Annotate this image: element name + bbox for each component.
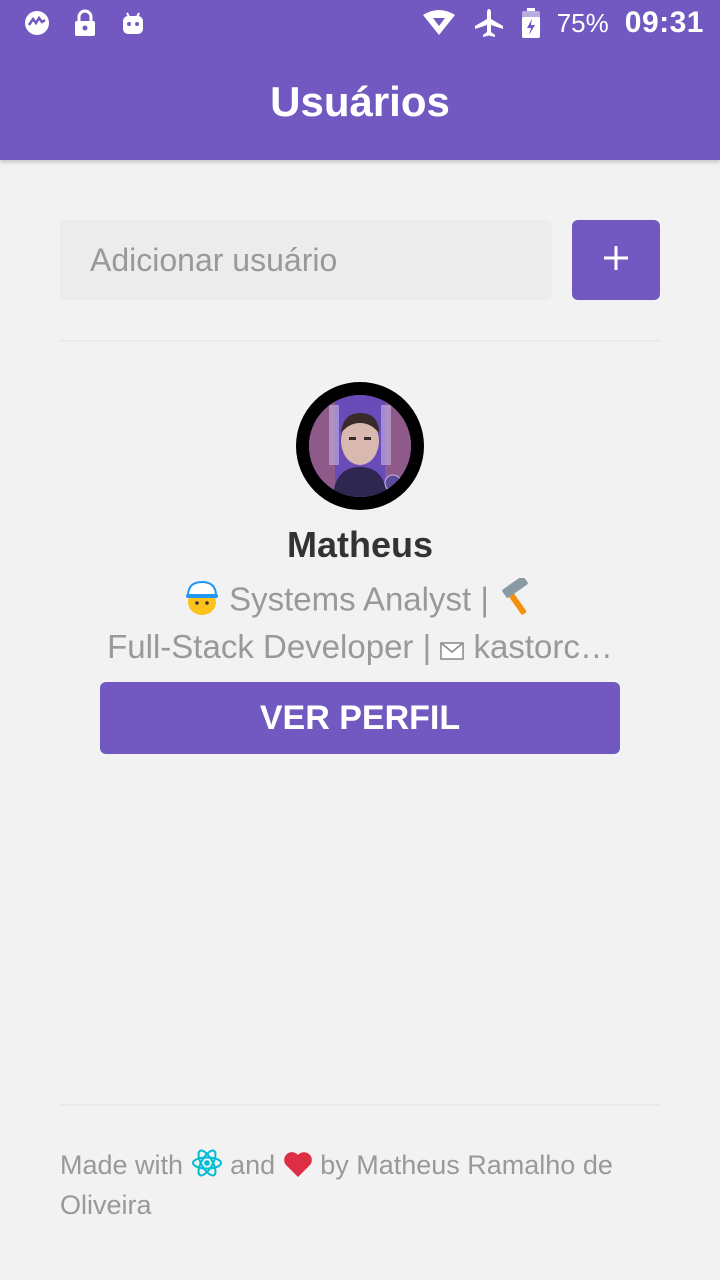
airplane-mode-icon bbox=[473, 9, 505, 37]
clock: 09:31 bbox=[624, 6, 704, 39]
avatar bbox=[296, 382, 424, 510]
add-user-form bbox=[60, 220, 660, 300]
view-profile-label: VER PERFIL bbox=[259, 698, 461, 737]
lock-icon bbox=[72, 9, 98, 36]
envelope-icon bbox=[440, 628, 465, 670]
construction-worker-icon bbox=[184, 578, 220, 626]
app-header: Usuários bbox=[0, 50, 720, 160]
view-profile-button[interactable]: VER PERFIL bbox=[100, 682, 620, 754]
bio-line-2: Full-Stack Developer | kastorc… bbox=[100, 626, 620, 670]
battery-charging-icon bbox=[521, 8, 541, 38]
user-bio: Systems Analyst | Full-Stack Developer |… bbox=[100, 578, 620, 670]
status-bar: 75% 09:31 bbox=[0, 0, 720, 50]
battery-percentage: 75% bbox=[556, 7, 609, 38]
divider bbox=[60, 340, 660, 342]
bio-line-1: Systems Analyst | bbox=[100, 578, 620, 626]
heart-icon bbox=[283, 1150, 313, 1187]
avatar-photo bbox=[309, 395, 411, 497]
footer: Made with and by Matheus Ramalho de Oliv… bbox=[60, 1148, 613, 1220]
plus-icon bbox=[603, 245, 629, 276]
react-icon bbox=[191, 1148, 223, 1187]
user-name: Matheus bbox=[286, 524, 434, 565]
footer-divider bbox=[60, 1104, 660, 1106]
hammer-icon bbox=[498, 578, 536, 626]
page-title: Usuários bbox=[270, 78, 450, 125]
wifi-icon bbox=[421, 10, 457, 36]
add-user-button[interactable] bbox=[572, 220, 660, 300]
add-user-input[interactable] bbox=[60, 220, 552, 300]
android-icon bbox=[120, 10, 146, 36]
speedometer-icon bbox=[24, 10, 50, 36]
